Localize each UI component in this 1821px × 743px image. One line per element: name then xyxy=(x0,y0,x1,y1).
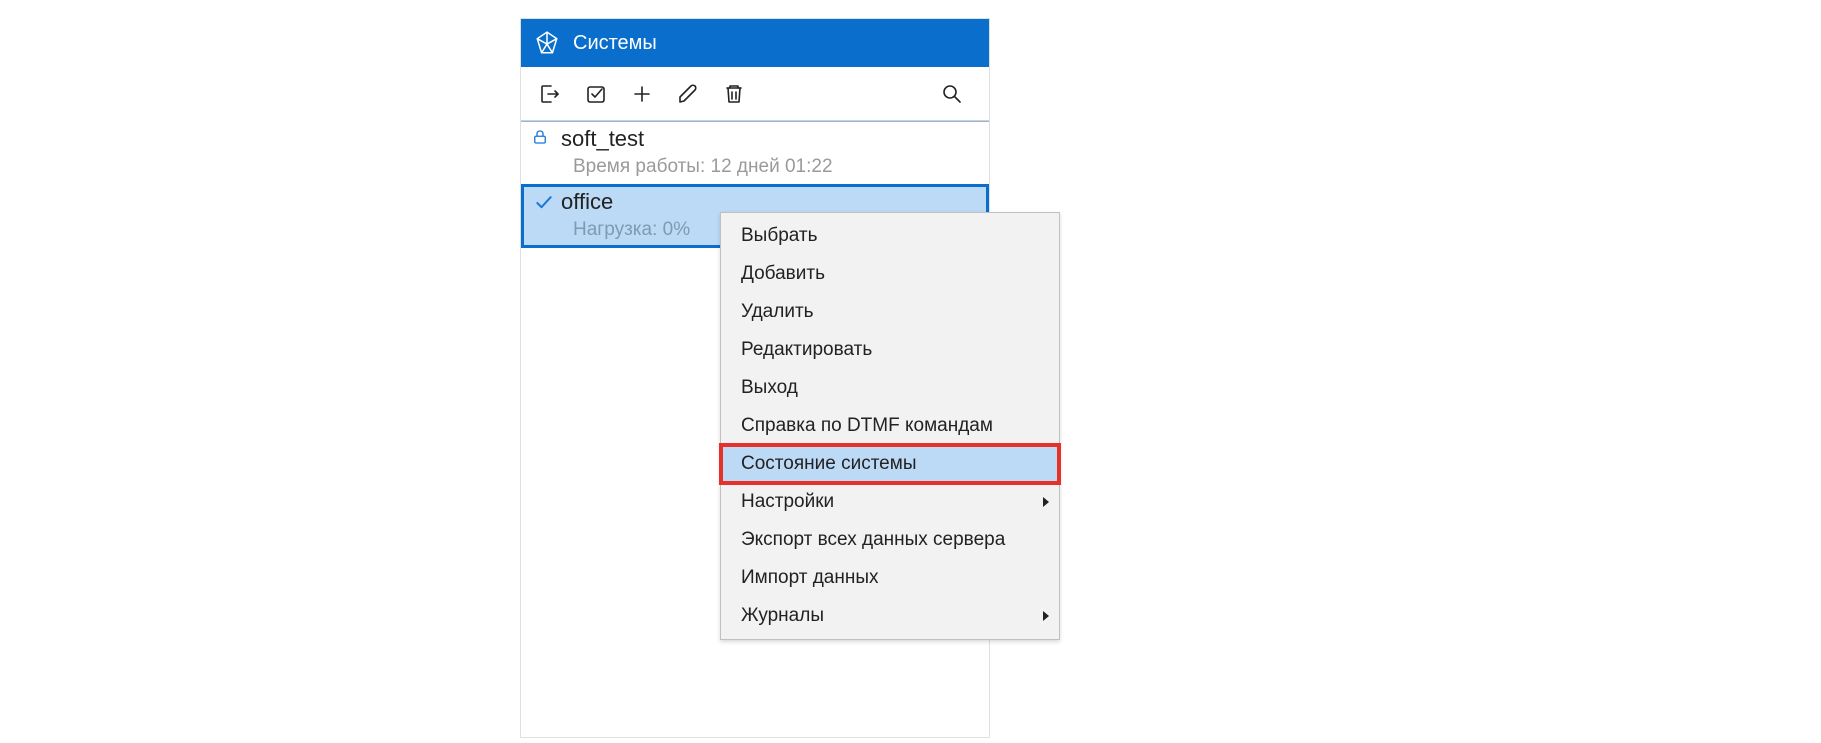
context-menu: Выбрать Добавить Удалить Редактировать В… xyxy=(720,212,1060,640)
panel-title-text: Системы xyxy=(573,32,657,55)
ctx-label: Состояние системы xyxy=(741,453,916,474)
submenu-arrow-icon xyxy=(1043,611,1049,621)
ctx-logs[interactable]: Журналы xyxy=(723,597,1057,635)
ctx-add[interactable]: Добавить xyxy=(723,255,1057,293)
toolbar xyxy=(521,67,989,121)
ctx-label: Добавить xyxy=(741,263,825,284)
edit-button[interactable] xyxy=(669,75,707,113)
ctx-label: Импорт данных xyxy=(741,567,879,588)
ctx-export-all[interactable]: Экспорт всех данных сервера xyxy=(723,521,1057,559)
exit-button[interactable] xyxy=(531,75,569,113)
ctx-label: Экспорт всех данных сервера xyxy=(741,529,1005,550)
ctx-label: Справка по DTMF командам xyxy=(741,415,993,436)
ctx-edit[interactable]: Редактировать xyxy=(723,331,1057,369)
ctx-system-state[interactable]: Состояние системы xyxy=(723,445,1057,483)
delete-button[interactable] xyxy=(715,75,753,113)
ctx-label: Редактировать xyxy=(741,339,872,360)
ctx-import[interactable]: Импорт данных xyxy=(723,559,1057,597)
ctx-exit[interactable]: Выход xyxy=(723,369,1057,407)
systems-icon xyxy=(533,29,561,57)
ctx-delete[interactable]: Удалить xyxy=(723,293,1057,331)
submenu-arrow-icon xyxy=(1043,497,1049,507)
ctx-settings[interactable]: Настройки xyxy=(723,483,1057,521)
add-button[interactable] xyxy=(623,75,661,113)
search-button[interactable] xyxy=(933,75,971,113)
lock-icon xyxy=(531,128,551,148)
ctx-label: Выбрать xyxy=(741,225,818,246)
panel-titlebar: Системы xyxy=(521,19,989,67)
ctx-select[interactable]: Выбрать xyxy=(723,217,1057,255)
ctx-label: Журналы xyxy=(741,605,824,626)
list-item[interactable]: soft_test Время работы: 12 дней 01:22 xyxy=(521,121,989,184)
ctx-dtmf-help[interactable]: Справка по DTMF командам xyxy=(723,407,1057,445)
item-name: soft_test xyxy=(561,124,981,154)
check-icon xyxy=(534,193,554,213)
ctx-label: Настройки xyxy=(741,491,834,512)
item-status: Время работы: 12 дней 01:22 xyxy=(573,156,981,178)
ctx-label: Выход xyxy=(741,377,798,398)
ctx-label: Удалить xyxy=(741,301,814,322)
select-button[interactable] xyxy=(577,75,615,113)
